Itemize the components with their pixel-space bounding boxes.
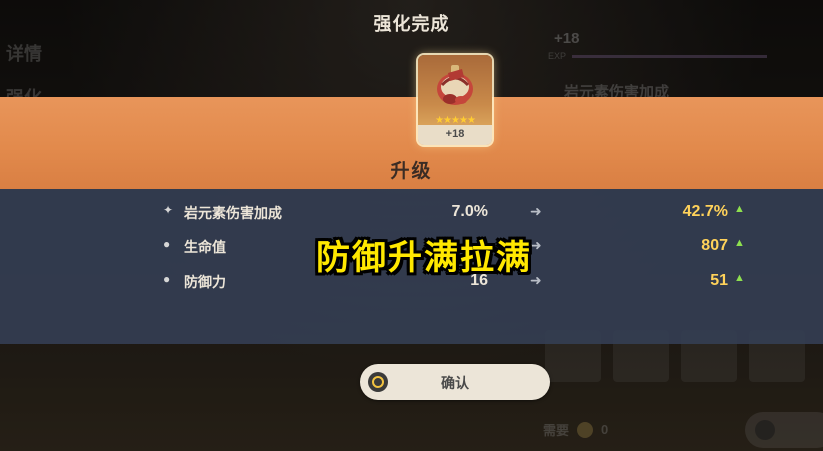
stat-new-value: 42.7% [682, 203, 728, 220]
page-title: 强化完成 [373, 14, 450, 34]
stat-row: ✦ 岩元素伤害加成 7.0% ➜ 42.7% ▲ [0, 203, 823, 227]
rarity-stars: ★★★★★ [435, 115, 476, 126]
video-caption: 防御升满拉满 [316, 238, 532, 278]
confirm-button[interactable]: 确认 [360, 364, 550, 400]
bullet-icon: ● [163, 237, 171, 251]
confirm-label: 确认 [441, 375, 469, 391]
main-stat-star-icon: ✦ [163, 203, 174, 217]
artifact-card: ★★★★★ +18 [418, 55, 492, 145]
stat-new-value: 807 [701, 237, 728, 254]
increase-arrow-icon: ▲ [734, 237, 745, 249]
stat-name: 生命值 [184, 239, 226, 255]
increase-arrow-icon: ▲ [734, 272, 745, 284]
stat-new-value: 51 [710, 272, 728, 289]
increase-arrow-icon: ▲ [734, 203, 745, 215]
upgrade-label: 升级 [390, 161, 433, 182]
stat-old-value: 7.0% [451, 203, 488, 220]
stat-name: 防御力 [184, 274, 226, 290]
bullet-icon: ● [163, 272, 171, 286]
artifact-goblet-icon [437, 65, 473, 105]
arrow-right-icon: ➜ [530, 203, 542, 219]
artifact-level: +18 [445, 128, 465, 140]
stat-name: 岩元素伤害加成 [184, 205, 282, 221]
